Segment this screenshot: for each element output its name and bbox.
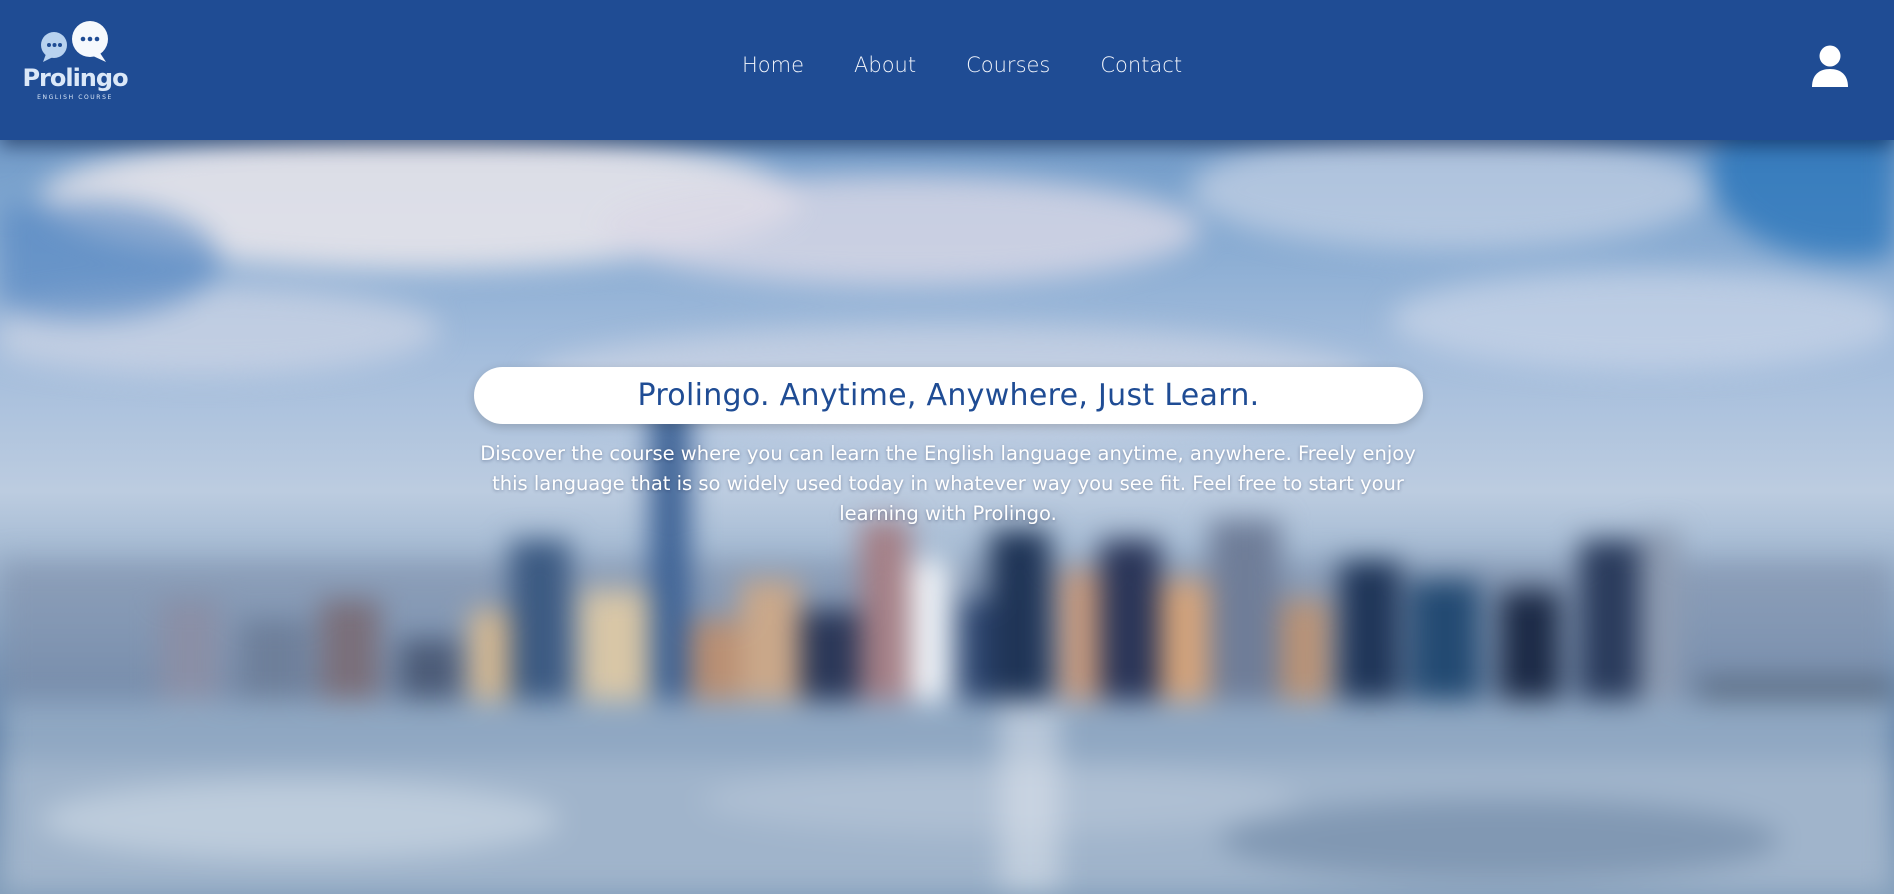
- main-nav: Home About Courses Contact: [742, 52, 1182, 78]
- brand-name: Prolingo: [22, 64, 128, 92]
- speech-bubbles-icon: [41, 21, 108, 62]
- nav-item-home[interactable]: Home: [742, 52, 804, 78]
- hero-title-box: Prolingo. Anytime, Anywhere, Just Learn.: [474, 367, 1423, 424]
- site-header: Prolingo ENGLISH COURSE Home About Cours…: [0, 0, 1894, 140]
- hero-description: Discover the course where you can learn …: [480, 442, 1416, 525]
- nav-item-about[interactable]: About: [854, 52, 916, 78]
- brand-tagline: ENGLISH COURSE: [37, 94, 113, 101]
- landing-page: Prolingo ENGLISH COURSE Home About Cours…: [0, 0, 1894, 894]
- nav-item-contact[interactable]: Contact: [1100, 52, 1182, 78]
- brand-logo[interactable]: Prolingo ENGLISH COURSE: [22, 18, 129, 106]
- nav-item-courses[interactable]: Courses: [966, 52, 1050, 78]
- hero-title: Prolingo. Anytime, Anywhere, Just Learn.: [637, 378, 1260, 413]
- user-icon[interactable]: [1810, 45, 1850, 87]
